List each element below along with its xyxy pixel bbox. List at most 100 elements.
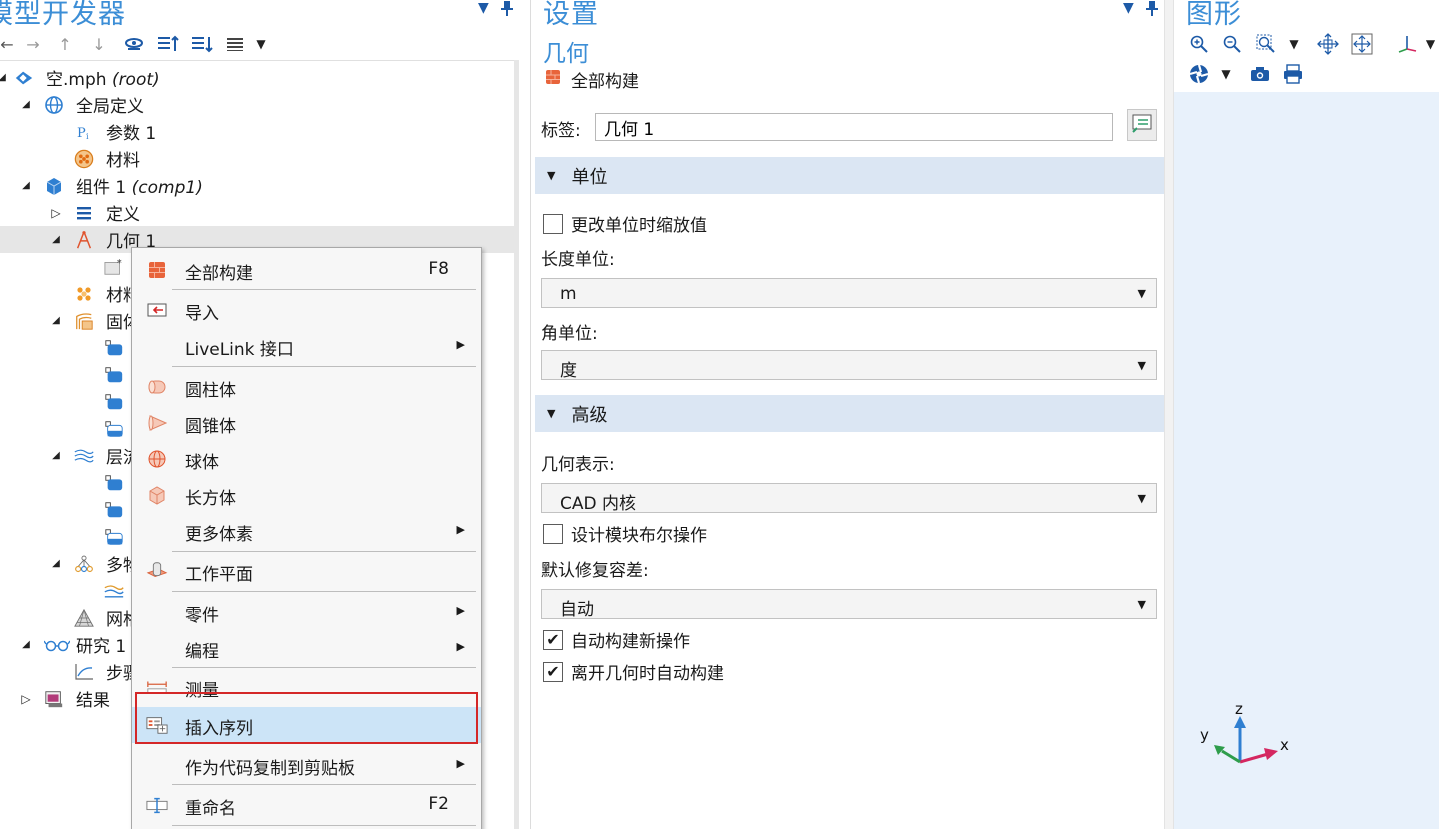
measure-icon [146,677,168,697]
graphics-canvas[interactable]: z x y [1174,92,1439,829]
length-unit-select[interactable]: m ▼ [541,278,1157,308]
pin-icon[interactable] [1145,0,1159,20]
tree-node-root[interactable]: ◢ 空.mph (root) [0,64,514,91]
tree-node-label: 全局定义 [76,97,144,117]
checkmark-icon[interactable]: ✔ [543,661,563,682]
menu-item-livelink[interactable]: LiveLink 接口 ▶ [132,328,481,364]
pane-menu-chevron-icon[interactable]: ▼ [1123,0,1134,16]
fit-window-icon[interactable] [1349,31,1375,57]
settings-scrollbar[interactable] [1164,0,1174,829]
scene-light-icon[interactable] [1186,61,1212,87]
tree-node-global-definitions[interactable]: ◢ 全局定义 [0,91,514,118]
pane-menu-chevron-icon[interactable]: ▼ [478,0,489,16]
back-icon[interactable]: ← [0,30,14,58]
collapse-all-icon[interactable] [189,30,215,58]
build-all-icon [545,69,561,90]
tree-node-parameters[interactable]: Pi 参数 1 [0,118,514,145]
scene-light-dropdown-icon[interactable]: ▼ [1213,61,1239,87]
pin-icon[interactable] [500,0,514,20]
tree-node-label: 研究 1 [76,637,127,657]
collapse-toggle-icon[interactable]: ◢ [50,315,62,326]
physics-feature-icon [104,338,124,358]
collapse-toggle-icon[interactable]: ◢ [20,180,32,191]
collapse-toggle-icon[interactable]: ◢ [50,234,62,245]
zoom-box-icon[interactable] [1253,31,1279,57]
menu-item-insert-sequence[interactable]: 插入序列 [132,707,481,743]
submenu-arrow-icon: ▶ [456,757,465,770]
section-units-header[interactable]: ▼ 单位 [535,157,1165,194]
list-view-icon[interactable] [224,30,246,58]
checkbox-box[interactable] [543,213,563,234]
menu-item-block[interactable]: 长方体 [132,477,481,513]
import-icon [146,300,168,320]
auto-build-leave-checkbox[interactable]: ✔ 离开几何时自动构建 [543,659,724,684]
graphics-toolbar: ▼ ▼ ▼ [1174,30,1439,90]
camera-icon[interactable] [1247,61,1273,87]
menu-item-programming[interactable]: 编程 ▶ [132,630,481,666]
menu-item-cone[interactable]: 圆锥体 [132,405,481,441]
collapse-toggle-icon[interactable]: ◢ [50,558,62,569]
show-icon[interactable] [122,30,146,58]
forward-icon[interactable]: → [22,30,44,58]
physics-feature-icon [104,473,124,493]
label-options-button[interactable] [1127,109,1157,141]
menu-separator [172,825,476,826]
menu-item-build-all[interactable]: 全部构建 F8 [132,252,481,288]
checkbox-box[interactable] [543,523,563,544]
geometry-representation-select[interactable]: CAD 内核 ▼ [541,483,1157,514]
section-advanced-header[interactable]: ▼ 高级 [535,395,1165,432]
model-builder-toolbar: ← → ↑ ↓ ▼ [0,30,300,58]
zoom-dropdown-icon[interactable]: ▼ [1281,31,1307,57]
build-all-button[interactable]: 全部构建 [545,67,639,92]
zoom-extents-icon[interactable] [1315,31,1341,57]
menu-separator [172,591,476,592]
menu-item-import[interactable]: 导入 [132,292,481,328]
move-up-icon[interactable]: ↑ [54,30,76,58]
list-view-dropdown-icon[interactable]: ▼ [252,30,270,58]
collapse-toggle-icon[interactable]: ◢ [50,450,62,461]
menu-item-work-plane[interactable]: 工作平面 [132,553,481,589]
menu-item-copy-as-code[interactable]: 作为代码复制到剪贴板 ▶ [132,747,481,783]
collapse-toggle-icon[interactable]: ◢ [20,99,32,110]
study-icon [44,635,70,655]
menu-item-cylinder[interactable]: 圆柱体 [132,369,481,405]
menu-item-label: 编程 [185,642,219,662]
move-down-icon[interactable]: ↓ [88,30,110,58]
print-icon[interactable] [1280,61,1306,87]
menu-item-parts[interactable]: 零件 ▶ [132,594,481,630]
design-boolean-checkbox[interactable]: 设计模块布尔操作 [543,521,707,546]
submenu-arrow-icon: ▶ [456,338,465,351]
menu-item-shortcut: F8 [428,259,449,279]
menu-item-label: 测量 [185,681,219,701]
expand-toggle-icon[interactable]: ▷ [20,692,32,706]
tree-node-component[interactable]: ◢ 组件 1 (comp1) [0,172,514,199]
views-axes-icon[interactable] [1394,31,1420,57]
angular-unit-select[interactable]: 度 ▼ [541,350,1157,381]
cone-icon [146,413,168,433]
scale-values-checkbox[interactable]: 更改单位时缩放值 [543,211,707,236]
label-input[interactable] [595,113,1113,141]
menu-item-rename[interactable]: 重命名 F2 [132,787,481,823]
menu-separator [172,784,476,785]
select-value: CAD 内核 [560,494,636,514]
model-builder-scrollbar[interactable] [514,60,519,829]
submenu-arrow-icon: ▶ [456,604,465,617]
expand-toggle-icon[interactable]: ▷ [50,206,62,220]
repair-tolerance-select[interactable]: 自动 ▼ [541,589,1157,620]
tree-node-definitions[interactable]: ▷ 定义 [0,199,514,226]
menu-item-label: 零件 [185,606,219,626]
tree-node-global-materials[interactable]: 材料 [0,145,514,172]
auto-build-new-checkbox[interactable]: ✔ 自动构建新操作 [543,627,690,652]
views-dropdown-icon[interactable]: ▼ [1422,31,1439,57]
collapse-toggle-icon[interactable]: ◢ [0,72,8,83]
menu-item-sphere[interactable]: 球体 [132,441,481,477]
menu-item-measure[interactable]: 测量 [132,669,481,705]
checkmark-icon[interactable]: ✔ [543,629,563,650]
y-axis-line [1221,749,1241,764]
zoom-out-icon[interactable] [1219,31,1245,57]
menu-separator [172,667,476,668]
zoom-in-icon[interactable] [1186,31,1212,57]
menu-item-more-primitives[interactable]: 更多体素 ▶ [132,513,481,549]
expand-all-icon[interactable] [155,30,181,58]
collapse-toggle-icon[interactable]: ◢ [20,639,32,650]
